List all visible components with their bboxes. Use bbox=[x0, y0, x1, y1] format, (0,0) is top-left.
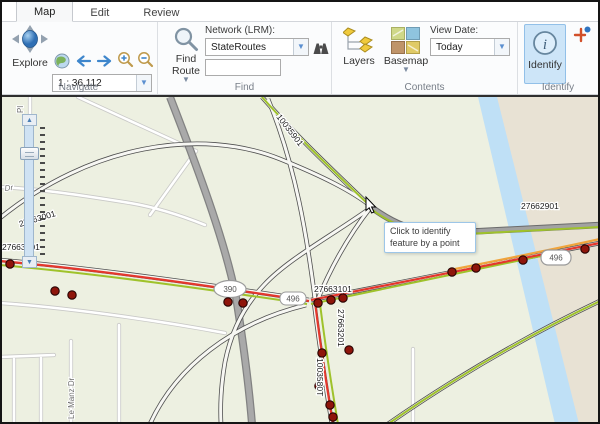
route-label: 1003580T bbox=[315, 358, 325, 396]
route-input-value bbox=[206, 65, 210, 76]
zoom-slider-ticks bbox=[40, 127, 45, 257]
identify-tooltip: Click to identify feature by a point bbox=[384, 222, 476, 253]
identify-group-label: Identify bbox=[518, 82, 598, 93]
identify-route-tool-icon bbox=[573, 26, 591, 44]
ribbon-tab-bar: Map Edit Review bbox=[0, 0, 600, 22]
identify-icon: i bbox=[532, 29, 558, 59]
explore-icon bbox=[11, 25, 49, 57]
route-label: 27663101 bbox=[314, 284, 352, 294]
group-navigate: Explore bbox=[0, 22, 158, 94]
network-lrm-value: StateRoutes bbox=[206, 39, 293, 55]
route-label: 27662901 bbox=[521, 201, 559, 211]
zoom-slider-up-button[interactable]: ▲ bbox=[22, 114, 37, 126]
previous-extent-button[interactable] bbox=[73, 51, 93, 70]
zoom-in-icon bbox=[117, 51, 134, 68]
svg-text:390: 390 bbox=[223, 285, 237, 294]
identify-route-tool-button[interactable] bbox=[572, 25, 592, 44]
tab-map[interactable]: Map bbox=[16, 1, 73, 22]
explore-label: Explore bbox=[12, 57, 48, 69]
tooltip-line1: Click to identify bbox=[390, 226, 470, 238]
globe-icon bbox=[54, 53, 70, 69]
group-find: Find Route ▼ Network (LRM): StateRoutes … bbox=[158, 22, 332, 94]
full-extent-button[interactable] bbox=[52, 51, 72, 70]
find-route-icon bbox=[173, 26, 200, 53]
back-arrow-icon bbox=[75, 55, 92, 67]
street-label: Pl bbox=[16, 106, 25, 113]
layers-label: Layers bbox=[343, 55, 375, 67]
basemap-icon bbox=[391, 27, 421, 55]
network-lrm-combo[interactable]: StateRoutes ▼ bbox=[205, 38, 309, 56]
view-date-combo[interactable]: Today ▼ bbox=[430, 38, 510, 56]
zoom-slider-handle[interactable] bbox=[20, 147, 39, 160]
network-lrm-dropdown-arrow[interactable]: ▼ bbox=[293, 39, 308, 55]
group-contents: Layers Basemap ▼ View Date: Today bbox=[332, 22, 518, 94]
basemap-dropdown-arrow[interactable]: ▼ bbox=[402, 67, 410, 73]
tooltip-line2: feature by a point bbox=[390, 238, 470, 250]
event-editor-window: Map Edit Review Explore bbox=[0, 0, 600, 424]
map-viewport: 496 390 496 27663001 27663101 27663101 bbox=[0, 95, 600, 424]
ribbon: Map Edit Review Explore bbox=[0, 0, 600, 95]
find-route-button[interactable]: Find Route ▼ bbox=[166, 26, 206, 83]
street-label: Dr bbox=[4, 183, 14, 193]
street-label: Le Manz Dr bbox=[67, 377, 76, 419]
group-identify: i Identify Identify bbox=[518, 22, 598, 94]
svg-text:496: 496 bbox=[286, 295, 300, 304]
next-extent-button[interactable] bbox=[94, 51, 114, 70]
identify-button[interactable]: i Identify bbox=[524, 24, 566, 84]
layers-button[interactable]: Layers bbox=[340, 27, 378, 67]
route-input[interactable] bbox=[205, 59, 281, 76]
contents-group-label: Contents bbox=[332, 82, 517, 93]
zoom-in-button[interactable] bbox=[115, 50, 135, 69]
explore-button[interactable]: Explore bbox=[8, 25, 52, 69]
svg-text:496: 496 bbox=[549, 254, 563, 263]
basemap-button[interactable]: Basemap ▼ bbox=[384, 27, 428, 73]
view-date-label: View Date: bbox=[430, 25, 478, 36]
network-lrm-label: Network (LRM): bbox=[205, 25, 275, 36]
find-route-label-line1: Find bbox=[176, 53, 196, 65]
zoom-slider-down-button[interactable]: ▼ bbox=[22, 256, 37, 268]
map-zoom-slider: ▲ ▼ bbox=[22, 114, 37, 268]
view-date-value: Today bbox=[431, 39, 494, 55]
route-label: 27663201 bbox=[336, 309, 346, 347]
identify-button-label: Identify bbox=[528, 59, 562, 71]
binoculars-icon bbox=[312, 40, 330, 55]
tab-review[interactable]: Review bbox=[126, 3, 196, 22]
find-group-label: Find bbox=[158, 82, 331, 93]
zoom-slider-track[interactable] bbox=[24, 126, 34, 256]
map-canvas[interactable]: 496 390 496 27663001 27663101 27663101 bbox=[0, 97, 600, 424]
view-date-dropdown-arrow[interactable]: ▼ bbox=[494, 39, 509, 55]
layers-icon bbox=[343, 27, 375, 55]
zoom-out-button[interactable] bbox=[135, 50, 155, 69]
tab-edit[interactable]: Edit bbox=[73, 3, 126, 22]
svg-text:i: i bbox=[543, 37, 547, 53]
navigate-group-label: Navigate bbox=[0, 82, 157, 93]
find-route-search-button[interactable] bbox=[311, 38, 331, 57]
zoom-out-icon bbox=[137, 51, 154, 68]
forward-arrow-icon bbox=[96, 55, 113, 67]
